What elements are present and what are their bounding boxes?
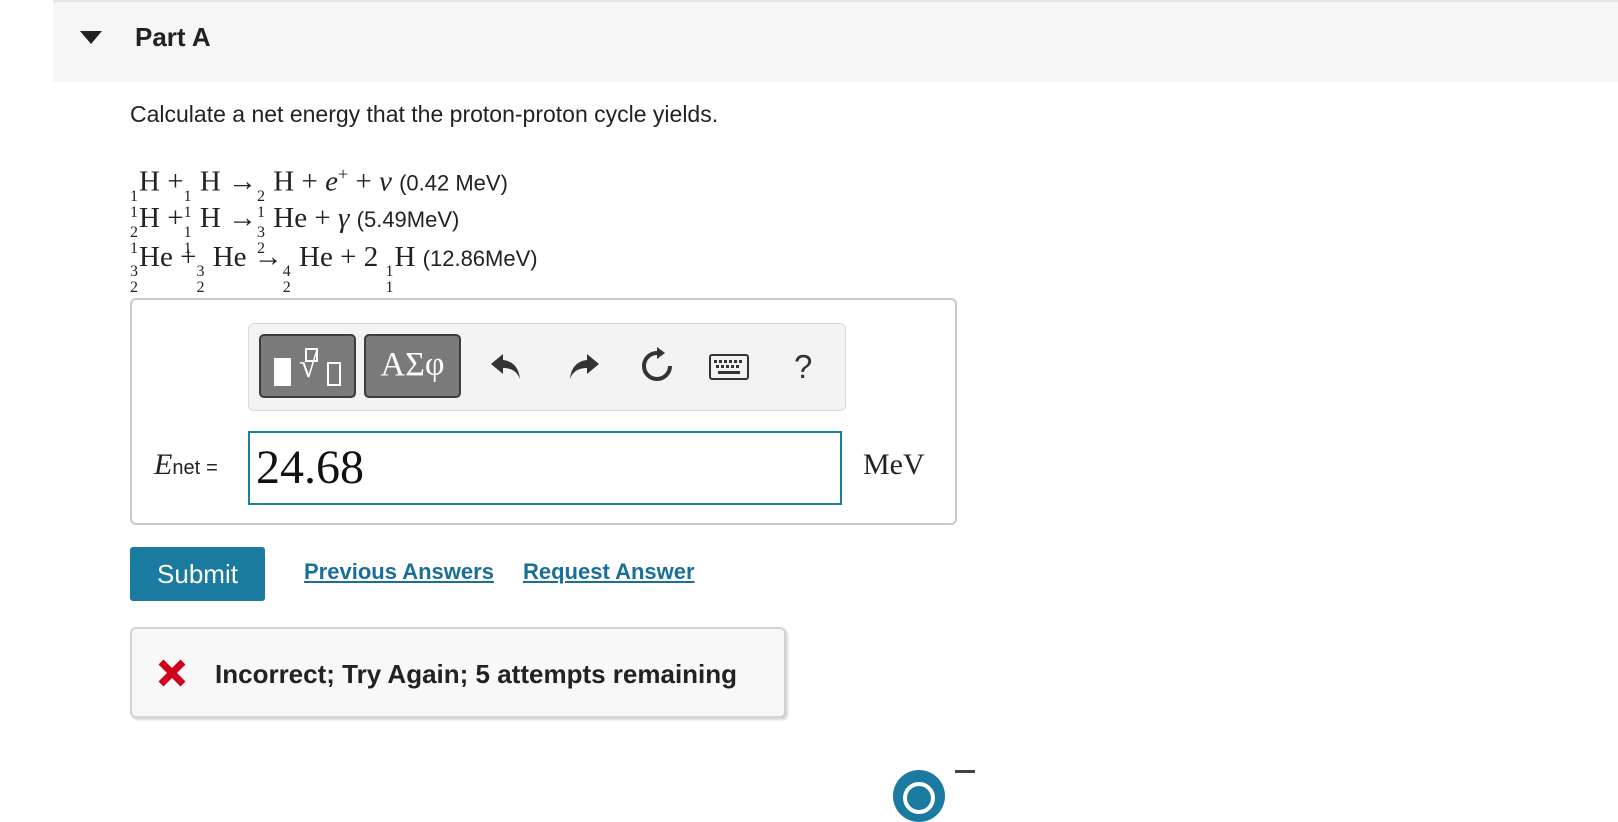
redo-icon[interactable] <box>563 346 603 386</box>
isotope-numbers: 11 <box>385 263 394 296</box>
help-icon[interactable]: ? <box>794 348 812 386</box>
question-prompt: Calculate a net energy that the proton-p… <box>130 101 719 127</box>
reaction-3: 3 2 He +3 2 He → 4 2 He + 2 11H (12.86MeV) <box>130 241 538 296</box>
brand-text-partial <box>955 770 975 793</box>
keyboard-icon[interactable] <box>709 354 749 380</box>
isotope-numbers: 42 <box>282 263 291 296</box>
part-title: Part A <box>135 22 211 52</box>
undo-icon[interactable] <box>487 346 527 386</box>
reset-icon[interactable] <box>637 346 677 386</box>
math-toolbar: √ ΑΣφ ? <box>248 323 846 411</box>
answer-input[interactable]: 24.68 <box>248 431 842 505</box>
brand-logo-inner <box>903 782 935 814</box>
reaction-energy: (12.86MeV) <box>422 246 538 271</box>
isotope-numbers: 32 <box>196 263 205 296</box>
collapse-caret-icon[interactable] <box>80 31 102 44</box>
greek-symbols-button[interactable]: ΑΣφ <box>364 334 461 398</box>
answer-variable-label: Enet = <box>154 448 218 481</box>
answer-panel: √ ΑΣφ ? Enet = 24.68 MeV <box>130 298 957 525</box>
reaction-energy: (0.42 MeV) <box>399 170 508 196</box>
templates-button[interactable]: √ <box>259 334 356 398</box>
previous-answers-link[interactable]: Previous Answers <box>304 559 494 585</box>
feedback-text: Incorrect; Try Again; 5 attempts remaini… <box>215 659 738 689</box>
part-header[interactable]: Part A <box>53 2 1618 82</box>
request-answer-link[interactable]: Request Answer <box>523 559 695 585</box>
feedback-box: Incorrect; Try Again; 5 attempts remaini… <box>130 627 786 718</box>
isotope-numbers: 32 <box>130 263 138 296</box>
reaction-energy: (5.49MeV) <box>356 207 460 232</box>
incorrect-x-icon <box>158 659 186 687</box>
answer-unit: MeV <box>863 448 925 481</box>
submit-button[interactable]: Submit <box>130 547 265 601</box>
